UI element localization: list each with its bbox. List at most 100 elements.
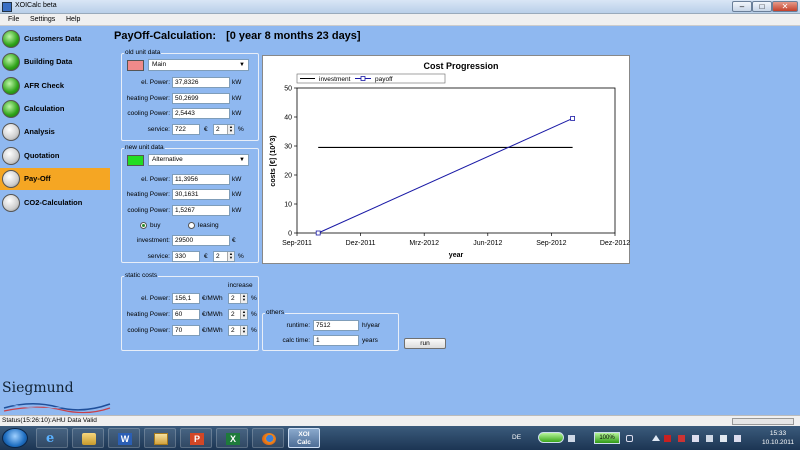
status-indicator-icon [2, 147, 20, 165]
alert-icon[interactable] [664, 435, 671, 442]
new-unit-color-swatch[interactable] [127, 155, 144, 166]
sidebar-item-afr-check[interactable]: AFR Check [0, 75, 110, 97]
maximize-button[interactable]: □ [752, 1, 772, 12]
close-button[interactable]: ✕ [772, 1, 798, 12]
clock-date[interactable]: 10.10.2011 [758, 439, 798, 446]
static-el-power-field[interactable]: 156,1 [172, 293, 200, 304]
run-button[interactable]: run [404, 338, 446, 349]
clock-time[interactable]: 15:33 [758, 430, 798, 437]
taskbar: e W P X XOI Calc DE 100% 15:33 10.10.201… [0, 426, 800, 450]
static-heating-field[interactable]: 60 [172, 309, 200, 320]
runtime-field[interactable]: 7512 [313, 320, 359, 331]
leasing-radio[interactable] [188, 222, 195, 229]
sidebar-item-label: Customers Data [24, 34, 82, 43]
sidebar-item-co2-calculation[interactable]: CO2-Calculation [0, 192, 110, 214]
old-unit-color-swatch[interactable] [127, 60, 144, 71]
menu-bar: File Settings Help [0, 14, 800, 26]
status-indicator-icon [2, 30, 20, 48]
spin-arrows-icon[interactable]: ▲ ▼ [240, 294, 247, 303]
sidebar-item-building-data[interactable]: Building Data [0, 51, 110, 73]
taskbar-app-label: XOI [298, 431, 310, 438]
static-heating-increase-stepper[interactable]: 2 ▲ ▼ [228, 309, 248, 320]
flag-icon[interactable] [692, 435, 699, 442]
taskbar-firefox-button[interactable] [252, 428, 284, 448]
battery-percent[interactable]: 100% [594, 432, 620, 444]
minimize-button[interactable]: – [732, 1, 752, 12]
spin-arrows-icon[interactable]: ▲ ▼ [227, 252, 234, 261]
taskbar-explorer-button[interactable] [144, 428, 176, 448]
static-el-power-increase-stepper[interactable]: 2 ▲ ▼ [228, 293, 248, 304]
new-cooling-label: cooling Power: [127, 207, 170, 214]
folder-icon [154, 433, 168, 445]
signal-icon[interactable] [720, 435, 727, 442]
status-indicator-icon [2, 170, 20, 188]
stepper-value: 2 [231, 327, 235, 334]
taskbar-excel-button[interactable]: X [216, 428, 248, 448]
menu-help[interactable]: Help [66, 16, 80, 23]
new-service-field[interactable]: 330 [172, 251, 200, 262]
new-cooling-field[interactable]: 1,5267 [172, 205, 230, 216]
x-tick-label: Sep-2012 [536, 240, 566, 247]
spin-arrows-icon[interactable]: ▲ ▼ [227, 125, 234, 134]
new-heating-field[interactable]: 30,1631 [172, 189, 230, 200]
taskbar-xoicalc-button[interactable]: XOI Calc [288, 428, 320, 448]
stepper-value: 2 [216, 126, 220, 133]
old-service-increase-stepper[interactable]: 2 ▲ ▼ [213, 124, 235, 135]
battery-icon[interactable] [626, 435, 633, 442]
company-logo: Siegmund [2, 380, 74, 396]
sidebar-item-pay-off[interactable]: Pay-Off [0, 168, 110, 190]
old-cooling-field[interactable]: 2,5443 [172, 108, 230, 119]
taskbar-user-button[interactable] [72, 428, 104, 448]
new-service-percent: % [238, 253, 244, 260]
cost-progression-chart: Cost Progression investment payoff 0 10 20… [262, 55, 630, 264]
y-axis-label: costs [€] (10^3) [269, 135, 277, 186]
menu-file[interactable]: File [8, 16, 19, 23]
sidebar-item-customers-data[interactable]: Customers Data [0, 28, 110, 50]
window-titlebar[interactable]: XOICalc beta – □ ✕ [0, 0, 800, 14]
show-hidden-icons-icon[interactable] [652, 435, 660, 441]
static-heating-label: heating Power: [126, 311, 170, 318]
new-service-increase-stepper[interactable]: 2 ▲ ▼ [213, 251, 235, 262]
sidebar-item-calculation[interactable]: Calculation [0, 98, 110, 120]
old-unit-select[interactable]: Main ▼ [148, 59, 249, 71]
investment-label: investment: [136, 237, 170, 244]
stepper-value: 2 [231, 295, 235, 302]
old-service-field[interactable]: 722 [172, 124, 200, 135]
leasing-label: leasing [198, 222, 219, 229]
status-bar: Status(15:26:10):AHU Data Valid [0, 415, 800, 426]
plot-frame [296, 87, 616, 234]
menu-settings[interactable]: Settings [30, 16, 55, 23]
sidebar-item-quotation[interactable]: Quotation [0, 145, 110, 167]
static-cooling-increase-stepper[interactable]: 2 ▲ ▼ [228, 325, 248, 336]
language-indicator[interactable]: DE [512, 434, 521, 441]
security-icon[interactable] [678, 435, 685, 442]
spin-arrows-icon[interactable]: ▲ ▼ [240, 310, 247, 319]
taskbar-word-button[interactable]: W [108, 428, 140, 448]
static-cooling-field[interactable]: 70 [172, 325, 200, 336]
network-icon[interactable] [568, 435, 575, 442]
new-el-power-field[interactable]: 11,3956 [172, 174, 230, 185]
old-cooling-label: cooling Power: [127, 110, 170, 117]
status-indicator-icon [2, 100, 20, 118]
x-tick-label: Mrz-2012 [409, 240, 439, 247]
y-tick-label: 30 [284, 144, 292, 151]
sidebar-item-analysis[interactable]: Analysis [0, 121, 110, 143]
taskbar-ie-button[interactable]: e [36, 428, 68, 448]
sidebar-item-label: Pay-Off [24, 174, 51, 183]
old-heating-field[interactable]: 50,2699 [172, 93, 230, 104]
usb-icon[interactable] [706, 435, 713, 442]
internet-explorer-icon: e [46, 431, 55, 446]
old-el-power-field[interactable]: 37,8326 [172, 77, 230, 88]
spin-arrows-icon[interactable]: ▲ ▼ [240, 326, 247, 335]
investment-field[interactable]: 29500 [172, 235, 230, 246]
new-unit-select[interactable]: Alternative ▼ [148, 154, 249, 166]
volume-icon[interactable] [734, 435, 741, 442]
static-cooling-percent: % [251, 327, 257, 334]
start-button[interactable] [2, 428, 28, 448]
word-icon: W [118, 433, 132, 445]
calc-time-label: calc time: [282, 337, 310, 344]
taskbar-powerpoint-button[interactable]: P [180, 428, 212, 448]
power-gauge-icon[interactable] [538, 432, 564, 443]
calc-time-field[interactable]: 1 [313, 335, 359, 346]
buy-radio[interactable] [140, 222, 147, 229]
